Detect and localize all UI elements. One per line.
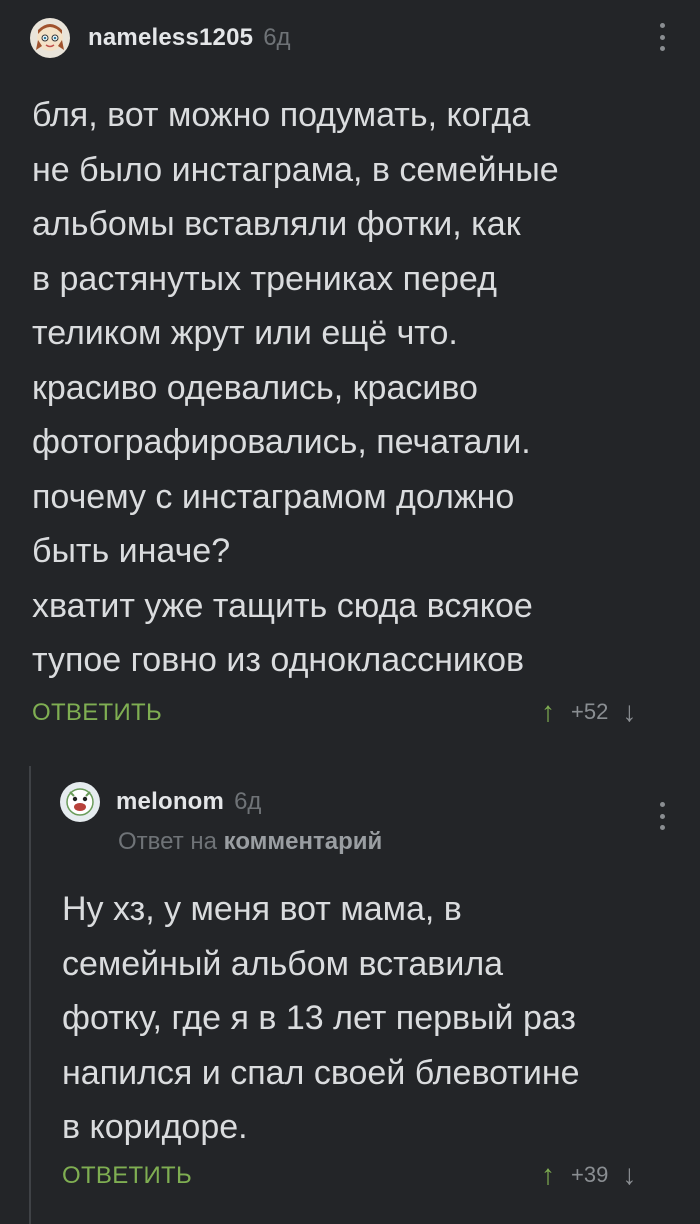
more-vertical-icon[interactable]	[659, 23, 665, 51]
comment-age: 6д	[234, 788, 262, 815]
avatar[interactable]	[60, 782, 100, 822]
comment-text: бля, вот можно подумать, когда не было и…	[32, 96, 559, 679]
anime-face-icon	[36, 24, 64, 51]
comment: nameless1205 6д бля, вот можно подумать,…	[0, 0, 700, 760]
reply-button[interactable]: ОТВЕТИТЬ	[62, 1162, 192, 1190]
reply-button[interactable]: ОТВЕТИТЬ	[32, 699, 162, 727]
rating: +39	[571, 1162, 609, 1187]
username[interactable]: nameless1205	[88, 24, 253, 52]
reply-to-link[interactable]: комментарий	[224, 828, 383, 855]
arrow-up-icon[interactable]: ↑	[541, 1159, 555, 1191]
vote-controls: ↑ +39 ↓	[541, 1159, 636, 1191]
comment-header: nameless1205 6д	[30, 18, 291, 58]
username[interactable]: melonom	[116, 788, 224, 816]
more-vertical-icon[interactable]	[659, 802, 665, 830]
comment-text: Ну хз, у меня вот мама, в семейный альбо…	[62, 890, 580, 1146]
comment-age: 6д	[263, 24, 291, 51]
reply-to-prefix: Ответ на	[118, 828, 217, 855]
thread-line	[29, 766, 31, 1224]
avatar[interactable]	[30, 18, 70, 58]
arrow-down-icon[interactable]: ↓	[622, 1159, 636, 1191]
comment-header: melonom 6д	[60, 780, 261, 824]
reply-to: Ответ на комментарий	[118, 828, 382, 856]
rating: +52	[571, 699, 609, 724]
vote-controls: ↑ +52 ↓	[541, 696, 636, 728]
arrow-down-icon[interactable]: ↓	[622, 696, 636, 728]
cartoon-face-icon	[66, 788, 94, 816]
arrow-up-icon[interactable]: ↑	[541, 696, 555, 728]
